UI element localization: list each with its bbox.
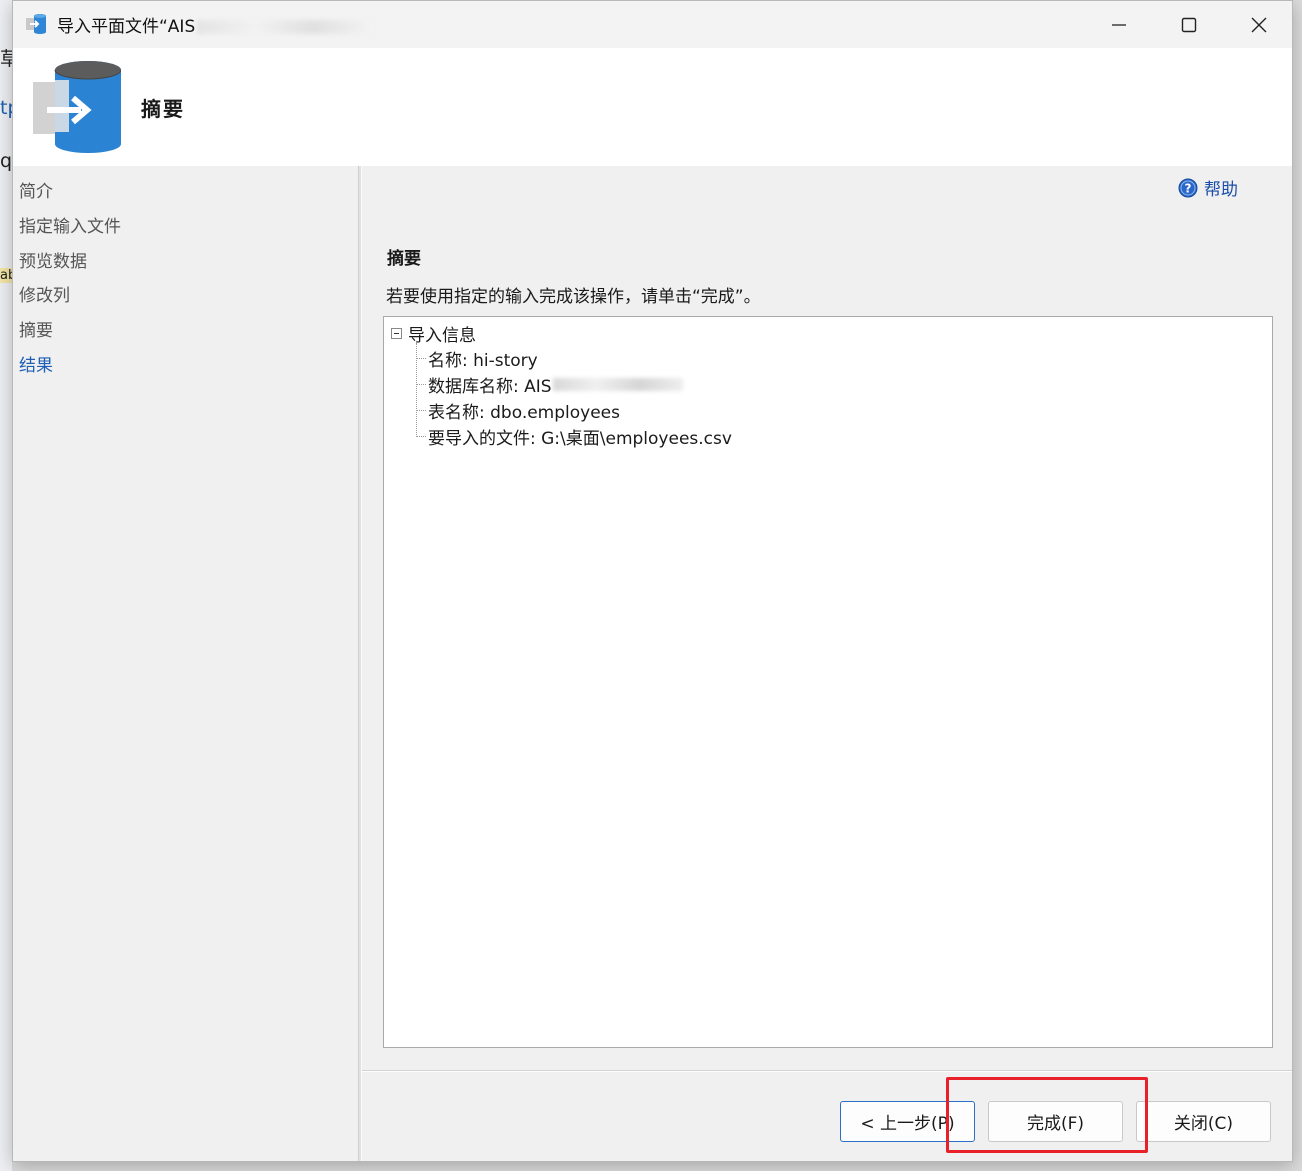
title-bar[interactable]: 导入平面文件“AIS (13, 1, 1292, 48)
nav-item-intro[interactable]: 简介 (19, 177, 53, 202)
tree-item[interactable]: 表名称: dbo.employees (416, 398, 620, 423)
import-database-icon (33, 61, 121, 153)
minimize-button[interactable] (1084, 1, 1154, 48)
tree-branch-line (416, 436, 426, 437)
nav-item-summary[interactable]: 摘要 (19, 316, 53, 341)
nav-item-preview-data[interactable]: 预览数据 (19, 247, 87, 272)
tree-item-label: 数据库名称: AIS (428, 377, 552, 397)
window-title-text: 导入平面文件“AIS (57, 17, 196, 37)
tree-item-label: 名称: hi-story (428, 351, 538, 371)
collapse-icon[interactable] (391, 328, 402, 339)
close-button[interactable]: 关闭(C) (1136, 1101, 1271, 1142)
wizard-content: ? 帮助 摘要 若要使用指定的输入完成该操作，请单击“完成”。 导入信息 名称:… (362, 166, 1292, 1161)
tree-branch-line (416, 358, 426, 359)
section-title: 摘要 (387, 249, 421, 269)
instruction-text: 若要使用指定的输入完成该操作，请单击“完成”。 (386, 287, 761, 307)
redacted-text (197, 20, 373, 34)
import-flat-file-dialog: 导入平面文件“AIS 摘要 简介 指定输入文件 预览数据 修改列 摘要 结果 ?… (12, 0, 1293, 1162)
background-fragment: ab (0, 268, 12, 283)
close-window-button[interactable] (1224, 1, 1294, 48)
nav-item-modify-columns[interactable]: 修改列 (19, 281, 70, 306)
tree-item-label: 要导入的文件: G:\桌面\employees.csv (428, 429, 732, 449)
tree-item[interactable]: 名称: hi-story (416, 346, 538, 371)
tree-item[interactable]: 数据库名称: AIS (416, 372, 683, 397)
app-icon (26, 14, 46, 34)
help-icon: ? (1178, 178, 1198, 197)
summary-tree[interactable]: 导入信息 名称: hi-story 数据库名称: AIS 表名称: dbo.em… (383, 316, 1273, 1048)
wizard-nav: 简介 指定输入文件 预览数据 修改列 摘要 结果 (13, 166, 358, 1161)
finish-highlight-box (946, 1077, 1148, 1153)
tree-item-label: 表名称: dbo.employees (428, 403, 620, 423)
page-title: 摘要 (141, 97, 185, 121)
help-link[interactable]: ? 帮助 (1178, 175, 1238, 200)
footer-divider (362, 1070, 1292, 1072)
background-fragment: q (0, 150, 12, 172)
wizard-header: 摘要 (13, 48, 1292, 166)
nav-item-results[interactable]: 结果 (19, 351, 53, 376)
maximize-icon (1181, 17, 1197, 32)
tree-root[interactable]: 导入信息 (391, 321, 476, 346)
background-fragment: 草 (0, 48, 12, 70)
tree-branch-line (416, 384, 426, 385)
background-fragment: tp (0, 97, 12, 119)
tree-root-label: 导入信息 (408, 326, 476, 346)
window-title: 导入平面文件“AIS (57, 12, 373, 37)
maximize-button[interactable] (1154, 1, 1224, 48)
minimize-icon (1112, 23, 1126, 26)
tree-item[interactable]: 要导入的文件: G:\桌面\employees.csv (416, 424, 732, 449)
nav-item-specify-input-file[interactable]: 指定输入文件 (19, 212, 121, 237)
background-app-strip (0, 0, 12, 1171)
tree-branch-line (416, 410, 426, 411)
close-icon (1251, 17, 1267, 32)
redacted-text (552, 378, 683, 391)
help-label: 帮助 (1204, 180, 1238, 200)
svg-text:?: ? (1185, 181, 1192, 195)
